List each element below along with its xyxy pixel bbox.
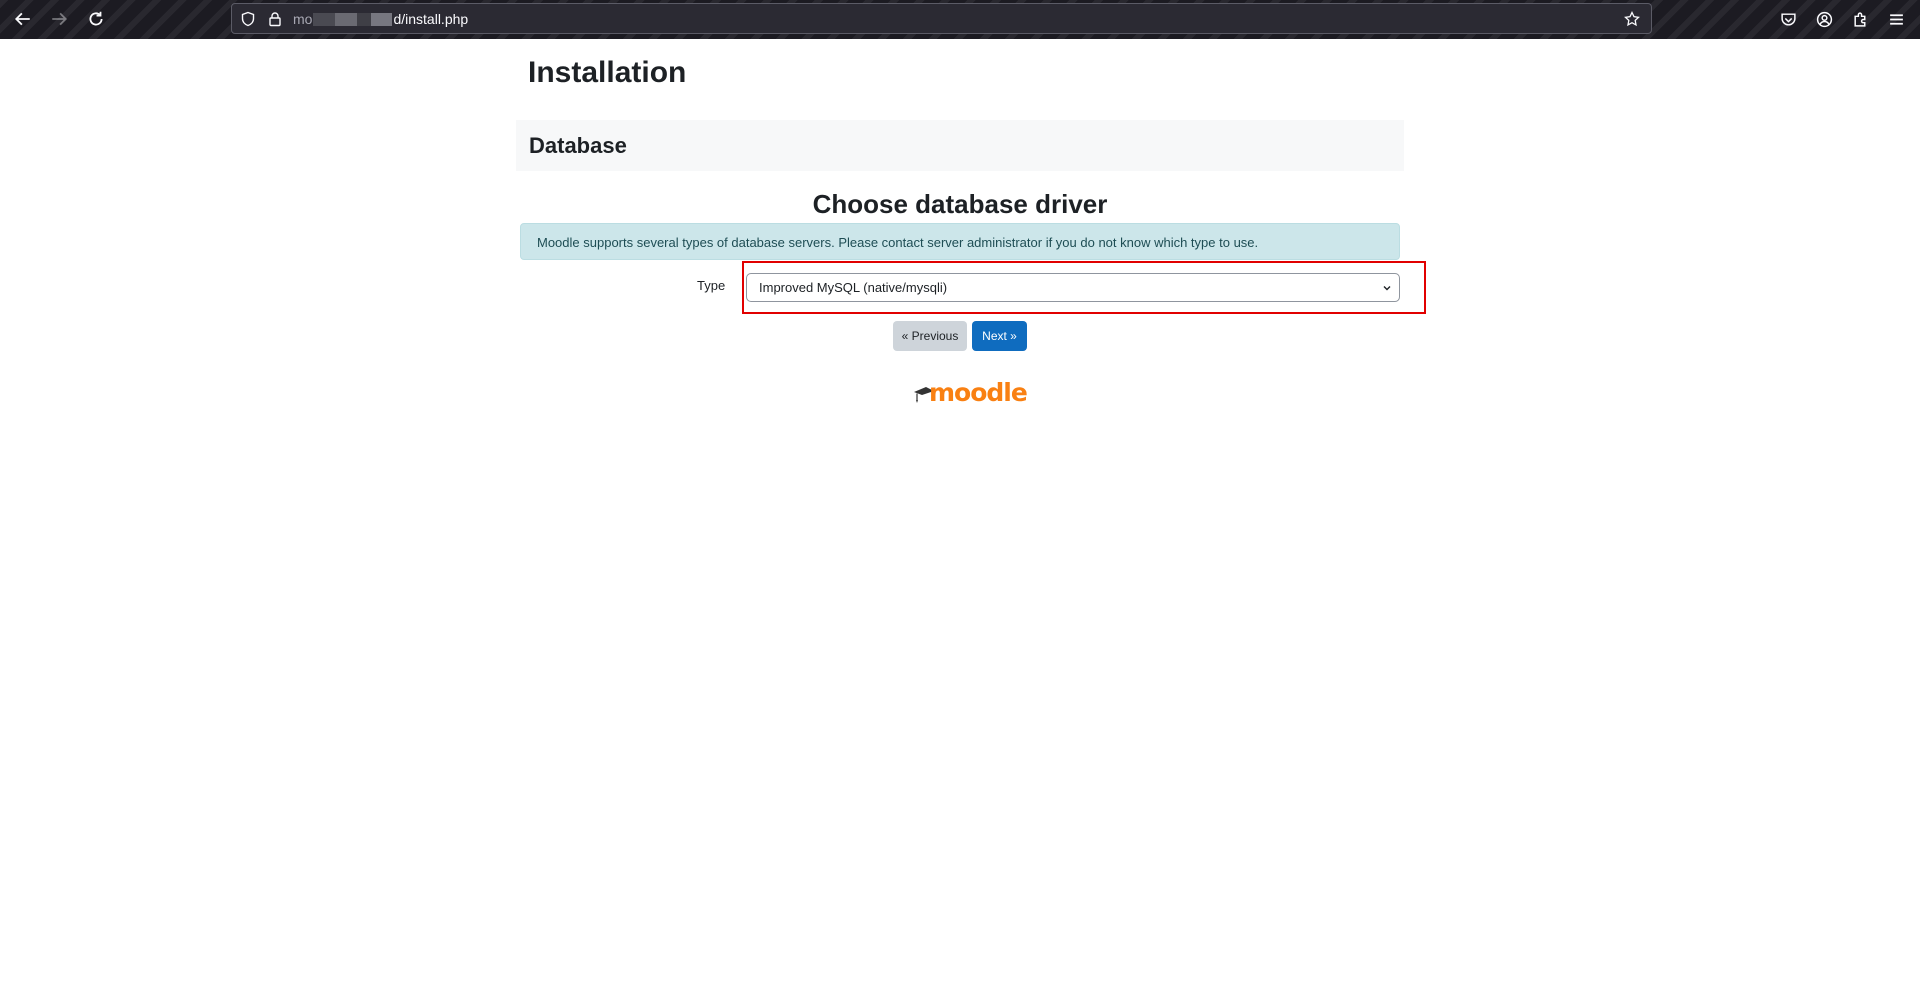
page-title: Installation [528,56,687,89]
menu-button[interactable] [1885,8,1907,30]
arrow-left-icon [14,12,30,26]
url-text[interactable]: mo d /install.php [293,11,468,27]
info-alert: Moodle supports several types of databas… [520,223,1400,260]
chevron-down-icon [1383,286,1391,291]
browser-toolbar: mo d /install.php [0,0,1920,39]
type-label: Type [697,278,726,293]
previous-button[interactable]: « Previous [893,321,967,351]
url-path: /install.php [401,11,469,27]
back-button[interactable] [10,6,36,32]
url-host-start: mo [293,11,313,27]
forward-button[interactable] [46,6,72,32]
reload-icon [89,11,103,26]
address-bar[interactable]: mo d /install.php [231,3,1652,34]
url-redacted-region [313,12,393,26]
section-title: Database [529,133,627,158]
account-icon [1816,11,1832,27]
database-type-select[interactable]: Improved MySQL (native/mysqli) [746,273,1400,302]
puzzle-icon [1853,11,1865,27]
section-header: Database [516,120,1404,171]
reload-button[interactable] [83,6,109,32]
bookmark-star-icon[interactable] [1623,10,1641,28]
url-host-end: d [393,11,402,27]
lock-icon[interactable] [266,10,284,28]
extensions-button[interactable] [1849,8,1871,30]
database-type-selected-value: Improved MySQL (native/mysqli) [759,280,948,295]
stage-title: Choose database driver [812,189,1108,219]
arrow-right-icon [52,12,68,26]
moodle-logo[interactable]: moodle [913,378,1028,407]
account-button[interactable] [1813,8,1835,30]
shield-icon[interactable] [239,10,257,28]
pocket-icon [1780,12,1796,26]
hamburger-menu-icon [1889,13,1903,25]
moodle-wordmark: moodle [929,378,1028,407]
pocket-button[interactable] [1777,8,1799,30]
next-button[interactable]: Next » [972,321,1027,351]
